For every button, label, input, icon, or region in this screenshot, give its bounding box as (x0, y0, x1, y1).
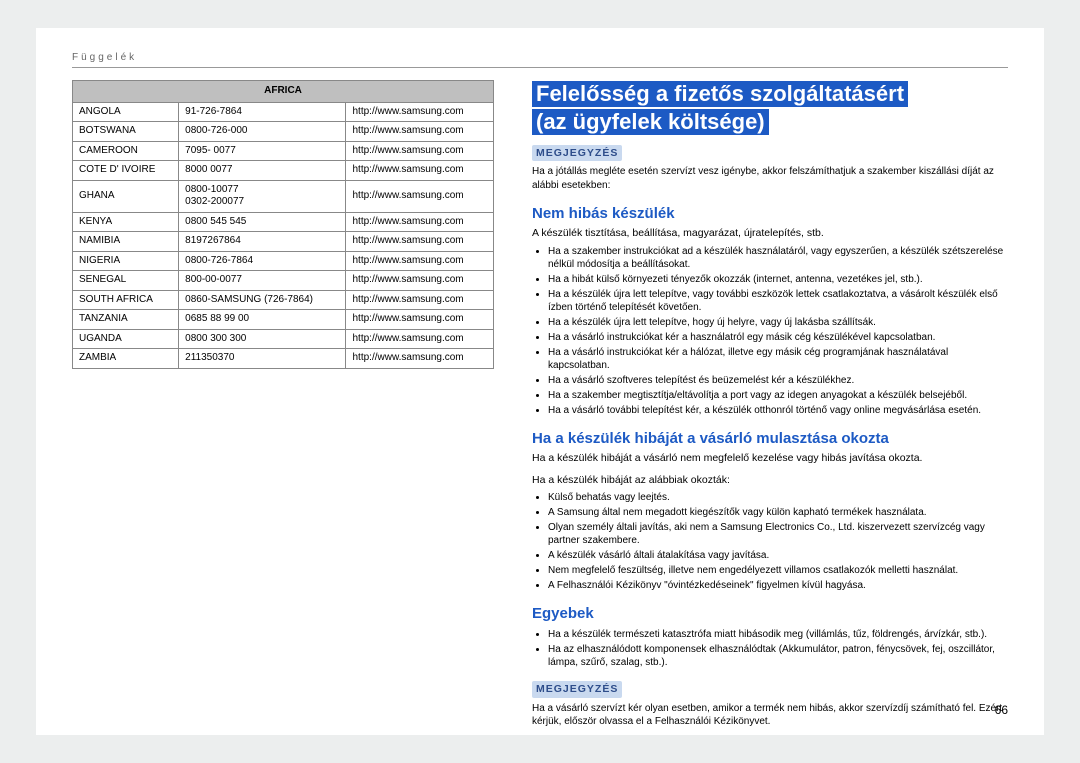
phone-cell: 0685 88 99 00 (179, 310, 346, 330)
list-item: Ha a vásárló instrukciókat kér a használ… (548, 331, 1008, 344)
page-title: Felelősség a fizetős szolgáltatásért (az… (532, 80, 1008, 135)
paragraph: Ha a készülék hibáját a vásárló nem megf… (532, 451, 1008, 465)
list-item: Ha a szakember instrukciókat ad a készül… (548, 245, 1008, 271)
list-item: Ha a készülék újra lett telepítve, hogy … (548, 316, 1008, 329)
url-cell: http://www.samsung.com (346, 290, 494, 310)
list-item: Ha a vásárló instrukciókat kér a hálózat… (548, 346, 1008, 372)
list-item: Nem megfelelő feszültség, illetve nem en… (548, 564, 1008, 577)
url-cell: http://www.samsung.com (346, 122, 494, 142)
phone-cell: 0800 545 545 (179, 212, 346, 232)
phone-cell: 0800 300 300 (179, 329, 346, 349)
country-cell: TANZANIA (73, 310, 179, 330)
contact-table: AFRICA ANGOLA91-726-7864http://www.samsu… (72, 80, 494, 369)
phone-cell: 0860-SAMSUNG (726-7864) (179, 290, 346, 310)
note-text: Ha a jótállás megléte esetén szervízt ve… (532, 165, 1008, 192)
bullet-list: Külső behatás vagy leejtés. A Samsung ált… (548, 491, 1008, 592)
country-cell: UGANDA (73, 329, 179, 349)
list-item: Ha a hibát külső környezeti tényezők oko… (548, 273, 1008, 286)
subheading-customer-fault: Ha a készülék hibáját a vásárló mulasztá… (532, 429, 1008, 449)
table-row: ANGOLA91-726-7864http://www.samsung.com (73, 102, 494, 122)
table-region-header: AFRICA (73, 81, 494, 103)
phone-cell: 0800-100770302-200077 (179, 180, 346, 212)
url-cell: http://www.samsung.com (346, 349, 494, 369)
table-row: SOUTH AFRICA0860-SAMSUNG (726-7864)http:… (73, 290, 494, 310)
note-badge: MEGJEGYZÉS (532, 145, 622, 161)
phone-cell: 0800-726-7864 (179, 251, 346, 271)
phone-cell: 0800-726-000 (179, 122, 346, 142)
table-row: TANZANIA0685 88 99 00http://www.samsung.… (73, 310, 494, 330)
list-item: Ha a vásárló szoftveres telepítést és be… (548, 374, 1008, 387)
list-item: Ha a vásárló további telepítést kér, a k… (548, 404, 1008, 417)
country-cell: COTE D' IVOIRE (73, 161, 179, 181)
subheading-not-faulty: Nem hibás készülék (532, 204, 1008, 224)
country-cell: CAMEROON (73, 141, 179, 161)
phone-cell: 91-726-7864 (179, 102, 346, 122)
subheading-other: Egyebek (532, 604, 1008, 624)
url-cell: http://www.samsung.com (346, 102, 494, 122)
url-cell: http://www.samsung.com (346, 161, 494, 181)
url-cell: http://www.samsung.com (346, 180, 494, 212)
country-cell: ANGOLA (73, 102, 179, 122)
paragraph: A készülék tisztítása, beállítása, magya… (532, 226, 1008, 240)
table-row: UGANDA0800 300 300http://www.samsung.com (73, 329, 494, 349)
country-cell: NAMIBIA (73, 232, 179, 252)
table-row: KENYA0800 545 545http://www.samsung.com (73, 212, 494, 232)
table-row: BOTSWANA0800-726-000http://www.samsung.c… (73, 122, 494, 142)
list-item: Olyan személy általi javítás, aki nem a … (548, 521, 1008, 547)
bullet-list: Ha a készülék természeti katasztrófa mia… (548, 628, 1008, 669)
url-cell: http://www.samsung.com (346, 232, 494, 252)
section-header: Függelék (72, 52, 1008, 68)
table-row: NAMIBIA8197267864http://www.samsung.com (73, 232, 494, 252)
country-cell: ZAMBIA (73, 349, 179, 369)
url-cell: http://www.samsung.com (346, 141, 494, 161)
bullet-list: Ha a szakember instrukciókat ad a készül… (548, 245, 1008, 417)
list-item: Külső behatás vagy leejtés. (548, 491, 1008, 504)
list-item: A Samsung által nem megadott kiegészítők… (548, 506, 1008, 519)
note-text: Ha a vásárló szervízt kér olyan esetben,… (532, 702, 1008, 729)
list-item: A Felhasználói Kézikönyv "óvintézkedései… (548, 579, 1008, 592)
country-cell: BOTSWANA (73, 122, 179, 142)
country-cell: SOUTH AFRICA (73, 290, 179, 310)
table-row: COTE D' IVOIRE8000 0077http://www.samsun… (73, 161, 494, 181)
country-cell: GHANA (73, 180, 179, 212)
list-item: Ha a készülék természeti katasztrófa mia… (548, 628, 1008, 641)
page-number: 66 (995, 703, 1008, 717)
phone-cell: 8197267864 (179, 232, 346, 252)
list-item: A készülék vásárló általi átalakítása va… (548, 549, 1008, 562)
table-row: ZAMBIA211350370http://www.samsung.com (73, 349, 494, 369)
paragraph: Ha a készülék hibáját az alábbiak okoztá… (532, 473, 1008, 487)
url-cell: http://www.samsung.com (346, 329, 494, 349)
url-cell: http://www.samsung.com (346, 251, 494, 271)
list-item: Ha a készülék újra lett telepítve, vagy … (548, 288, 1008, 314)
country-cell: KENYA (73, 212, 179, 232)
url-cell: http://www.samsung.com (346, 212, 494, 232)
table-row: SENEGAL800-00-0077http://www.samsung.com (73, 271, 494, 291)
country-cell: NIGERIA (73, 251, 179, 271)
url-cell: http://www.samsung.com (346, 271, 494, 291)
phone-cell: 8000 0077 (179, 161, 346, 181)
url-cell: http://www.samsung.com (346, 310, 494, 330)
table-row: CAMEROON7095- 0077http://www.samsung.com (73, 141, 494, 161)
phone-cell: 7095- 0077 (179, 141, 346, 161)
phone-cell: 211350370 (179, 349, 346, 369)
list-item: Ha az elhasználódott komponensek elhaszn… (548, 643, 1008, 669)
country-cell: SENEGAL (73, 271, 179, 291)
note-badge: MEGJEGYZÉS (532, 681, 622, 697)
phone-cell: 800-00-0077 (179, 271, 346, 291)
table-row: GHANA0800-100770302-200077http://www.sam… (73, 180, 494, 212)
table-row: NIGERIA0800-726-7864http://www.samsung.c… (73, 251, 494, 271)
list-item: Ha a szakember megtisztítja/eltávolítja … (548, 389, 1008, 402)
